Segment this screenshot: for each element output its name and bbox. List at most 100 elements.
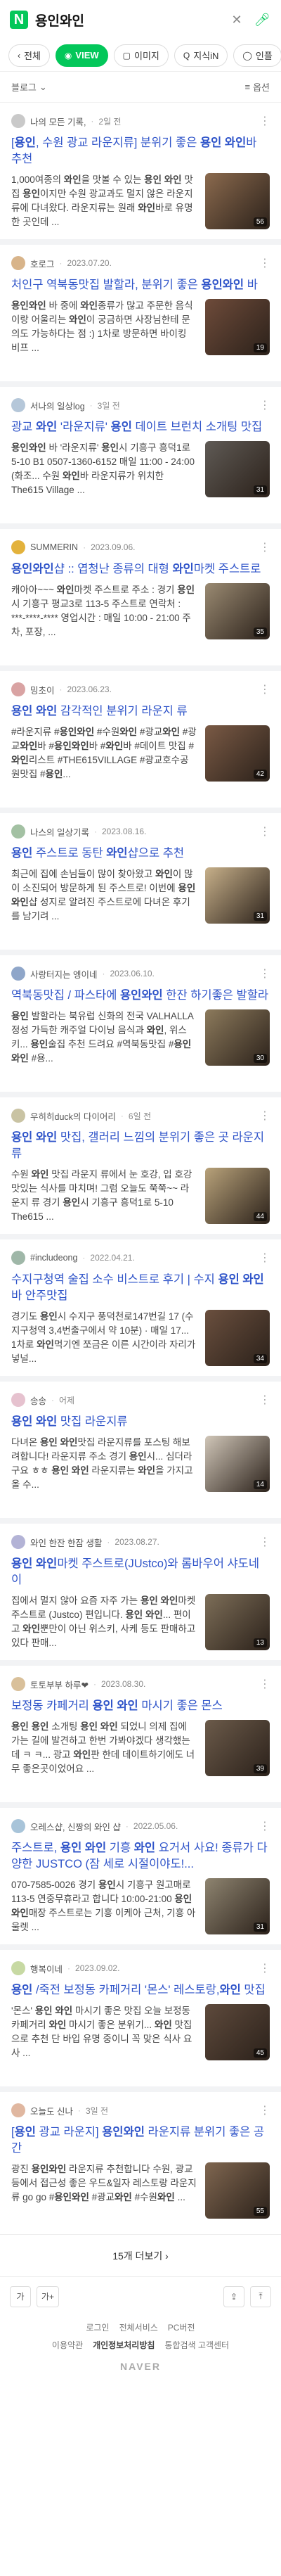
clear-icon[interactable]: ✕ (228, 11, 246, 29)
result-thumbnail[interactable]: 35 (205, 583, 270, 639)
avatar[interactable] (11, 824, 25, 839)
result-title[interactable]: 용인 와인 맛집, 갤러리 느낌의 분위기 좋은 곳 라운지 류 (11, 1130, 270, 1162)
result-thumbnail[interactable]: 19 (205, 299, 270, 355)
result-snippet[interactable]: #라운지류 #용인와인 #수원와인 #광교와인 #광교와인바 #용인와인바 #와… (11, 725, 197, 782)
avatar[interactable] (11, 2103, 25, 2117)
more-options-icon[interactable]: ⋮ (259, 824, 270, 839)
more-options-icon[interactable]: ⋮ (259, 2103, 270, 2117)
share-icon[interactable]: ⇪ (223, 2285, 244, 2307)
result-item[interactable]: 토토부부 하루❤ · 2023.08.30. ⋮ 보정동 카페거리 용인 와인 … (0, 1666, 281, 1802)
privacy-link[interactable]: 개인정보처리방침 (93, 2339, 155, 2351)
avatar[interactable] (11, 1677, 25, 1691)
more-options-icon[interactable]: ⋮ (259, 540, 270, 554)
avatar[interactable] (11, 1535, 25, 1549)
result-item[interactable]: 나의 모든 기록, · 2일 전 ⋮ [용인, 수원 광교 라운지류] 분위기 … (0, 103, 281, 239)
more-options-icon[interactable]: ⋮ (259, 1961, 270, 1975)
author-name[interactable]: SUMMERIN (30, 542, 78, 552)
login-link[interactable]: 로그인 (86, 2321, 109, 2333)
more-options-icon[interactable]: ⋮ (259, 1393, 270, 1407)
result-title[interactable]: 용인 /죽전 보정동 카페거리 '몬스' 레스토랑,와인 맛집 (11, 1982, 270, 1998)
more-options-icon[interactable]: ⋮ (259, 1677, 270, 1691)
tab-all[interactable]: ‹ 전체 (8, 44, 50, 67)
author-name[interactable]: 호로그 (30, 257, 55, 270)
author-name[interactable]: #includeong (30, 1253, 77, 1263)
result-snippet[interactable]: 1,000여종의 와인을 맛볼 수 있는 용인 와인 맛집 용인이지만 수원 광… (11, 173, 197, 229)
blog-filter-dropdown[interactable]: 블로그 ⌄ (11, 80, 47, 94)
author-name[interactable]: 송송 (30, 1394, 46, 1407)
more-options-icon[interactable]: ⋮ (259, 114, 270, 128)
more-options-icon[interactable]: ⋮ (259, 256, 270, 270)
avatar[interactable] (11, 1961, 25, 1975)
result-thumbnail[interactable]: 39 (205, 1720, 270, 1776)
avatar[interactable] (11, 1251, 25, 1265)
font-large-button[interactable]: 가+ (37, 2285, 60, 2307)
result-title[interactable]: 용인 와인 감각적인 분위기 라운지 류 (11, 703, 270, 720)
result-title[interactable]: 처인구 역북동맛집 발할라, 분위기 좋은 용인와인 바 (11, 277, 270, 293)
author-name[interactable]: 사랑터지는 엥이네 (30, 967, 97, 981)
avatar[interactable] (11, 967, 25, 981)
more-options-icon[interactable]: ⋮ (259, 682, 270, 696)
result-snippet[interactable]: 다녀온 용인 와인맛집 라운지류를 포스팅 해보려합니다! 라운지류 주소 경기… (11, 1436, 197, 1492)
author-name[interactable]: 오늘도 신나 (30, 2104, 73, 2117)
author-name[interactable]: 우히히duck의 다이어리 (30, 1109, 116, 1123)
result-thumbnail[interactable]: 56 (205, 173, 270, 229)
result-snippet[interactable]: '몬스' 용인 와인 마시기 좋은 맛집 오늘 보정동 카페거리 와인 마시기 … (11, 2004, 197, 2060)
author-name[interactable]: 오레스샵, 신짱의 와인 샵 (30, 1820, 121, 1833)
avatar[interactable] (11, 682, 25, 696)
pc-version-link[interactable]: PC버전 (168, 2321, 195, 2333)
tab-kin[interactable]: Q 지식iN (174, 44, 228, 67)
result-thumbnail[interactable]: 42 (205, 725, 270, 782)
result-thumbnail[interactable]: 31 (205, 1878, 270, 1934)
avatar[interactable] (11, 1819, 25, 1833)
options-button[interactable]: ≡ 옵션 (244, 80, 270, 94)
result-thumbnail[interactable]: 14 (205, 1436, 270, 1492)
naver-logo[interactable]: N (10, 11, 28, 29)
terms-link[interactable]: 이용약관 (52, 2339, 83, 2351)
avatar[interactable] (11, 1393, 25, 1407)
result-thumbnail[interactable]: 34 (205, 1310, 270, 1366)
avatar[interactable] (11, 1109, 25, 1123)
author-name[interactable]: 밍초이 (30, 683, 55, 696)
result-snippet[interactable]: 집에서 멀지 않아 요즘 자주 가는 용인 와인마켓 주스트로 (Justco)… (11, 1594, 197, 1650)
avatar[interactable] (11, 256, 25, 270)
result-snippet[interactable]: 수원 와인 맛집 라운지 류에서 눈 호강, 입 호강 맛있는 식사를 마치며!… (11, 1168, 197, 1224)
avatar[interactable] (11, 398, 25, 412)
result-title[interactable]: 용인 와인마켓 주스트로(JUstco)와 롬바우어 샤도네이 (11, 1556, 270, 1588)
result-item[interactable]: 행복이네 · 2023.09.02. ⋮ 용인 /죽전 보정동 카페거리 '몬스… (0, 1950, 281, 2086)
top-icon[interactable]: ⤒ (250, 2285, 271, 2307)
result-item[interactable]: 호로그 · 2023.07.20. ⋮ 처인구 역북동맛집 발할라, 분위기 좋… (0, 245, 281, 381)
more-options-icon[interactable]: ⋮ (259, 398, 270, 412)
result-title[interactable]: 용인 주스트로 동탄 와인샵으로 추천 (11, 846, 270, 862)
result-snippet[interactable]: 용인 발할라는 북유럽 신화의 전국 VALHALLA 정성 가득한 캐주얼 다… (11, 1009, 197, 1066)
mic-icon[interactable]: 🎤︎ (253, 11, 271, 29)
result-title[interactable]: 광교 와인 '라운지류' 용인 데이트 브런치 소개팅 맛집 (11, 419, 270, 435)
result-thumbnail[interactable]: 31 (205, 441, 270, 497)
result-snippet[interactable]: 최근에 집에 손님들이 많이 찾아왔고 와인이 많이 소진되어 방문하게 된 주… (11, 867, 197, 924)
result-thumbnail[interactable]: 55 (205, 2162, 270, 2219)
all-services-link[interactable]: 전체서비스 (119, 2321, 158, 2333)
more-options-icon[interactable]: ⋮ (259, 1251, 270, 1265)
result-snippet[interactable]: 용인 용인 소개팅 용인 와인 되었니 의제 집에 가는 길에 발견하고 한번 … (11, 1720, 197, 1776)
result-title[interactable]: 수지구청역 술집 소수 비스트로 후기 | 수지 용인 와인바 안주맛집 (11, 1272, 270, 1304)
result-item[interactable]: 와인 한잔 한잠 생활 · 2023.08.27. ⋮ 용인 와인마켓 주스트로… (0, 1524, 281, 1660)
author-name[interactable]: 와인 한잔 한잠 생활 (30, 1536, 102, 1549)
result-title[interactable]: [용인, 수원 광교 라운지류] 분위기 좋은 용인 와인바 추천 (11, 135, 270, 167)
result-title[interactable]: 주스트로, 용인 와인 기흥 와인 요거서 사요! 종류가 다양한 JUSTCO… (11, 1840, 270, 1873)
author-name[interactable]: 토토부부 하루❤ (30, 1678, 89, 1691)
result-snippet[interactable]: 캐아아~~~ 와인마켓 주스트로 주소 : 경기 용인시 기흥구 평교3로 11… (11, 583, 197, 639)
result-item[interactable]: 사랑터지는 엥이네 · 2023.06.10. ⋮ 역북동맛집 / 파스타에 용… (0, 955, 281, 1092)
result-snippet[interactable]: 용인와인 바 '라운지류' 용인시 기흥구 흥덕1로 5-10 B1 0507-… (11, 441, 197, 497)
result-item[interactable]: 나스의 일상기록 · 2023.08.16. ⋮ 용인 주스트로 동탄 와인샵으… (0, 813, 281, 950)
result-item[interactable]: 송송 · 어제 ⋮ 용인 와인 맛집 라운지류 다녀온 용인 와인맛집 라운지류… (0, 1382, 281, 1518)
result-title[interactable]: [용인 광교 라운지] 용인와인 라운지류 분위기 좋은 공간 (11, 2124, 270, 2157)
tab-influencer[interactable]: ◯ 인플 (233, 44, 281, 67)
result-snippet[interactable]: 경기도 용인시 수지구 풍덕천로147번길 17 (수지구청역 3,4번출구에서… (11, 1310, 197, 1366)
result-title[interactable]: 용인 와인 맛집 라운지류 (11, 1414, 270, 1430)
result-snippet[interactable]: 광진 용인와인 라운지류 추천합니다 수원, 광교 등에서 접근성 좋은 우드&… (11, 2162, 197, 2219)
result-item[interactable]: SUMMERIN · 2023.09.06. ⋮ 용인와인샵 :: 엽청난 종류… (0, 529, 281, 665)
result-thumbnail[interactable]: 13 (205, 1594, 270, 1650)
tab-images[interactable]: ▢ 이미지 (113, 44, 169, 67)
support-link[interactable]: 통합검색 고객센터 (164, 2339, 229, 2351)
more-options-icon[interactable]: ⋮ (259, 1819, 270, 1833)
result-item[interactable]: 서나의 일상log · 3일 전 ⋮ 광교 와인 '라운지류' 용인 데이트 브… (0, 387, 281, 523)
